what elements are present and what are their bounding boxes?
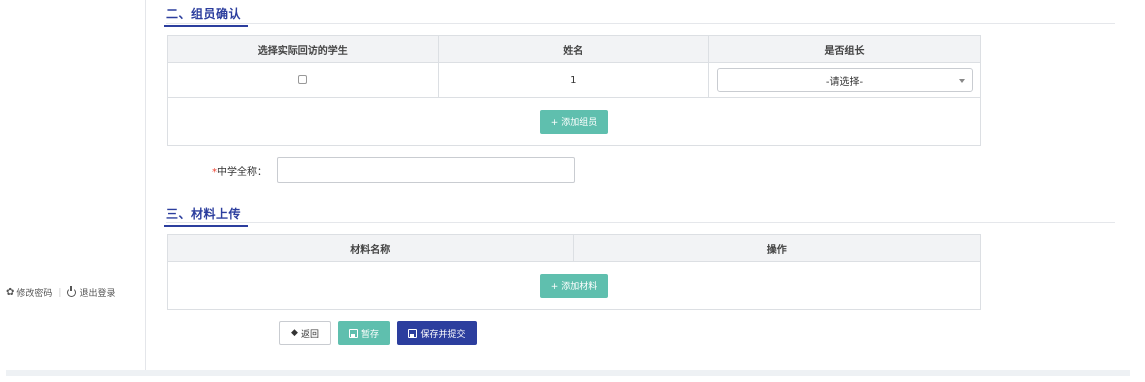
logout-link[interactable]: 退出登录 <box>67 286 115 299</box>
floppy-disk-icon <box>408 328 418 338</box>
materials-table: 材料名称 操作 + 添加材料 <box>167 234 981 310</box>
add-member-row: + 添加组员 <box>167 97 981 146</box>
column-header-name: 姓名 <box>437 35 709 63</box>
school-name-field: *中学全称： <box>212 157 575 183</box>
column-header-leader: 是否组长 <box>708 35 981 63</box>
back-button[interactable]: ◆ 返回 <box>279 321 331 345</box>
members-table-header: 选择实际回访的学生 姓名 是否组长 <box>167 35 981 63</box>
section-title-materials-text: 三、材料上传 <box>166 207 242 221</box>
save-and-submit-button[interactable]: 保存并提交 <box>397 321 477 345</box>
form-actions: ◆ 返回 暂存 保存并提交 <box>279 321 477 345</box>
footer-band <box>6 370 1130 376</box>
column-header-operation: 操作 <box>572 234 981 262</box>
sidebar: ✿ 修改密码 | 退出登录 <box>0 0 146 370</box>
add-material-button[interactable]: + 添加材料 <box>539 273 609 298</box>
change-password-label: 修改密码 <box>16 289 53 299</box>
select-student-checkbox[interactable] <box>298 75 308 84</box>
save-draft-button[interactable]: 暂存 <box>338 321 390 345</box>
section-title-members-text: 二、组员确认 <box>166 7 242 21</box>
leader-select-value: -请选择- <box>825 76 864 88</box>
leader-cell: -请选择- <box>708 62 981 98</box>
back-button-label: 返回 <box>300 329 319 340</box>
sidebar-user-links: ✿ 修改密码 | 退出登录 <box>6 286 115 299</box>
add-material-row: + 添加材料 <box>167 261 981 310</box>
section-title-materials: 三、材料上传 <box>164 205 248 227</box>
power-icon <box>67 286 77 297</box>
link-separator: | <box>58 287 62 298</box>
save-draft-label: 暂存 <box>360 329 379 340</box>
floppy-disk-icon <box>348 328 358 338</box>
section-title-underline <box>164 25 248 27</box>
column-header-select: 选择实际回访的学生 <box>167 35 439 63</box>
add-member-cell: + 添加组员 <box>167 97 981 146</box>
school-name-label: *中学全称： <box>212 163 277 178</box>
section-title-members: 二、组员确认 <box>164 5 248 27</box>
name-cell: 1 <box>437 62 709 98</box>
column-header-material-name: 材料名称 <box>167 234 574 262</box>
section-title-underline <box>164 225 248 227</box>
materials-table-header: 材料名称 操作 <box>167 234 981 262</box>
members-table: 选择实际回访的学生 姓名 是否组长 1 -请选择- + 添加组员 <box>167 35 981 146</box>
save-and-submit-label: 保存并提交 <box>420 329 466 340</box>
gear-icon: ✿ <box>6 287 15 298</box>
table-row: 1 -请选择- <box>167 62 981 98</box>
section-divider <box>166 222 1115 223</box>
add-material-cell: + 添加材料 <box>167 261 981 310</box>
section-divider <box>166 23 1115 24</box>
school-name-label-text: 中学全称： <box>217 166 267 178</box>
logout-label: 退出登录 <box>79 289 116 299</box>
school-name-input[interactable] <box>277 157 575 183</box>
arrow-left-icon: ◆ <box>291 328 298 338</box>
change-password-link[interactable]: ✿ 修改密码 <box>6 286 52 299</box>
chevron-down-icon <box>958 79 965 83</box>
leader-select[interactable]: -请选择- <box>716 68 973 92</box>
select-cell <box>167 62 439 98</box>
add-member-button[interactable]: + 添加组员 <box>539 109 609 134</box>
